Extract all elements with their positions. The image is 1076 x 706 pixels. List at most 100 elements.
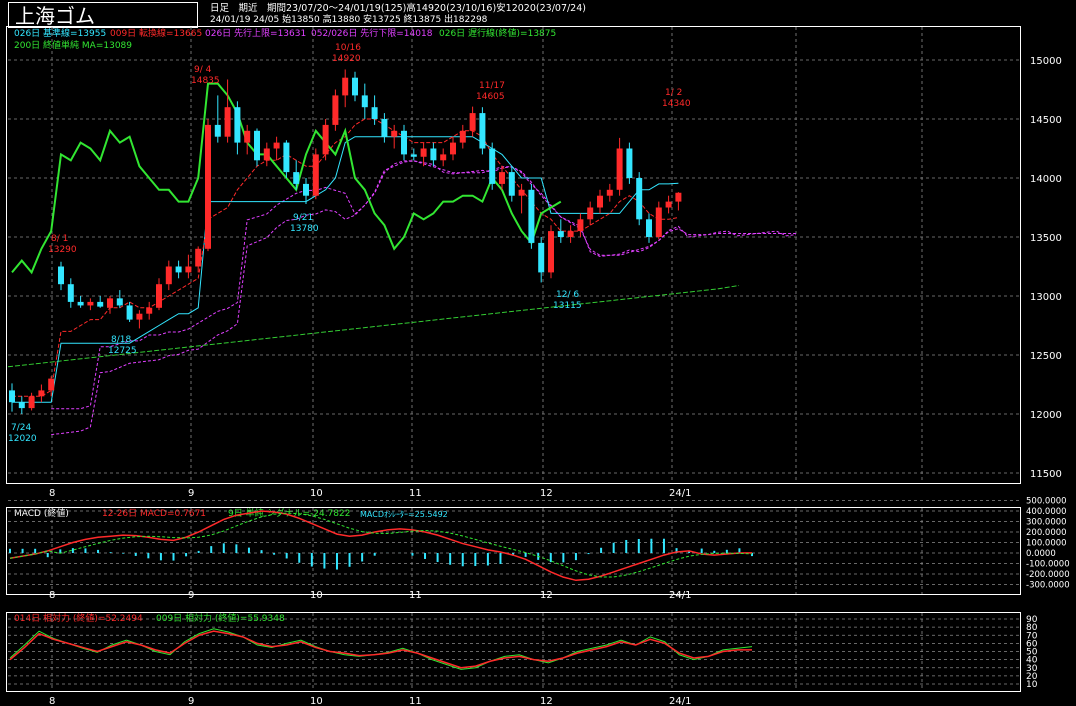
candle-body bbox=[401, 130, 407, 155]
chart-canvas: 1500014500140001350013000125001200011500… bbox=[7, 27, 1070, 706]
price-tick-label: 13500 bbox=[1030, 233, 1062, 244]
candle-body bbox=[244, 130, 251, 143]
macd-tick-label: 300.0000 bbox=[1026, 518, 1067, 528]
candle-body bbox=[67, 284, 74, 302]
candle-body bbox=[616, 148, 623, 190]
rsi-x-label: 8 bbox=[49, 696, 55, 706]
candle-body bbox=[146, 307, 153, 314]
candle-body bbox=[459, 130, 466, 143]
candle-body bbox=[342, 77, 349, 96]
price-tick-label: 15000 bbox=[1030, 56, 1062, 67]
candle-body bbox=[655, 207, 662, 237]
annotation-date: 10/16 bbox=[335, 43, 361, 53]
candle-body bbox=[28, 396, 35, 409]
candle-body bbox=[303, 183, 309, 196]
annotation-value: 12725 bbox=[108, 346, 137, 356]
macd-tick-label: 400.0000 bbox=[1026, 507, 1067, 517]
candle-body bbox=[469, 113, 476, 131]
candle-body bbox=[450, 142, 456, 155]
kijun-line bbox=[12, 136, 679, 403]
candle-body bbox=[136, 313, 143, 320]
candle-body bbox=[273, 142, 280, 149]
annotation-value: 13290 bbox=[48, 245, 77, 255]
annotation-date: 12/ 6 bbox=[556, 290, 579, 300]
candle-body bbox=[499, 172, 505, 184]
candle-body bbox=[548, 231, 554, 273]
price-tick-label: 14000 bbox=[1030, 174, 1062, 185]
senkou-line-a bbox=[51, 160, 797, 436]
candle-body bbox=[626, 148, 633, 178]
candle-body bbox=[185, 266, 192, 273]
candle-body bbox=[567, 231, 574, 237]
macd-x-label: 24/1 bbox=[669, 590, 691, 601]
rsi-tick-label: 10 bbox=[1026, 680, 1038, 690]
price-tick-label: 14500 bbox=[1030, 115, 1062, 126]
annotation-date: 8/18 bbox=[111, 335, 131, 345]
price-tick-label: 11500 bbox=[1030, 469, 1062, 480]
senkou-line-b bbox=[51, 160, 796, 410]
rsi-x-label: 12 bbox=[540, 696, 553, 706]
candle-body bbox=[646, 219, 652, 237]
annotation-value: 13780 bbox=[290, 224, 319, 234]
candle-body bbox=[165, 266, 172, 285]
candle-body bbox=[479, 113, 486, 149]
candle-body bbox=[205, 124, 211, 249]
candle-body bbox=[116, 298, 123, 306]
annotation-date: 7/24 bbox=[11, 423, 31, 433]
annotation-value: 12020 bbox=[8, 434, 37, 444]
candle-body bbox=[293, 172, 300, 184]
price-x-label: 12 bbox=[540, 488, 553, 499]
candle-body bbox=[430, 148, 437, 161]
candle-body bbox=[283, 142, 290, 173]
rsi9-line bbox=[9, 628, 753, 670]
macd-tick-label: -100.0000 bbox=[1026, 560, 1070, 570]
price-tick-label: 12500 bbox=[1030, 351, 1062, 362]
annotation-value: 14340 bbox=[662, 99, 691, 109]
macd-tick-label: 200.0000 bbox=[1026, 528, 1067, 538]
candle-body bbox=[606, 189, 613, 196]
macd-tick-label: -200.0000 bbox=[1026, 570, 1070, 580]
candle-body bbox=[361, 95, 368, 108]
candle-body bbox=[371, 107, 378, 119]
macd-tick-label: -300.0000 bbox=[1026, 581, 1070, 591]
macd-x-label: 12 bbox=[540, 590, 553, 601]
candle-body bbox=[420, 148, 427, 157]
candle-body bbox=[489, 148, 496, 184]
annotation-value: 14920 bbox=[332, 54, 361, 64]
candle-body bbox=[597, 195, 603, 208]
candle-body bbox=[675, 192, 682, 202]
candle-body bbox=[263, 148, 270, 161]
candle-body bbox=[508, 172, 515, 196]
candle-body bbox=[577, 219, 584, 232]
candle-body bbox=[528, 189, 535, 243]
annotation-date: 8/ 1 bbox=[51, 234, 68, 244]
candle-body bbox=[636, 178, 643, 220]
candle-body bbox=[391, 130, 398, 137]
annotation-value: 14605 bbox=[476, 92, 505, 102]
annotation-date: 9/21 bbox=[293, 213, 313, 223]
price-x-label: 11 bbox=[409, 488, 422, 499]
candle-body bbox=[332, 95, 339, 125]
candle-body bbox=[156, 284, 162, 308]
annotation-date: 1/ 2 bbox=[665, 88, 682, 98]
candle-body bbox=[38, 390, 45, 397]
annotation-value: 13115 bbox=[553, 301, 582, 311]
price-x-label: 24/1 bbox=[669, 488, 691, 499]
candle-body bbox=[234, 107, 241, 143]
rsi14-line bbox=[9, 630, 752, 669]
candle-body bbox=[97, 301, 104, 307]
candle-body bbox=[381, 119, 388, 137]
candle-body bbox=[352, 77, 358, 96]
rsi-x-label: 11 bbox=[409, 696, 422, 706]
candle-body bbox=[665, 201, 672, 208]
price-x-label: 9 bbox=[188, 488, 194, 499]
candle-body bbox=[107, 298, 113, 308]
price-tick-label: 12000 bbox=[1030, 410, 1062, 421]
price-x-label: 8 bbox=[49, 488, 55, 499]
annotation-value: 14835 bbox=[191, 76, 220, 86]
candle-body bbox=[440, 154, 447, 161]
candle-body bbox=[126, 305, 133, 320]
candle-body bbox=[410, 154, 417, 157]
annotation-date: 9/ 4 bbox=[194, 65, 212, 75]
macd-x-label: 11 bbox=[409, 590, 422, 601]
